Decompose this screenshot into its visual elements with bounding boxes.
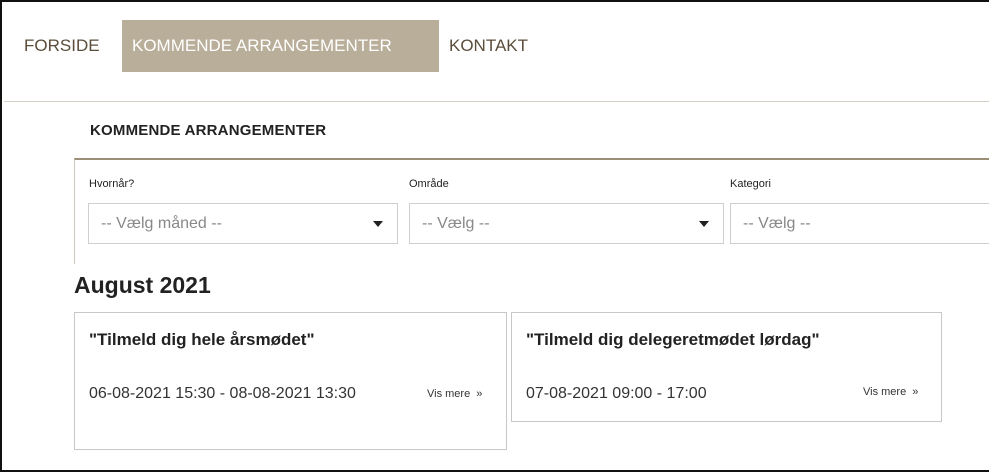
event-date: 06-08-2021 15:30 - 08-08-2021 13:30 [89,385,356,402]
filter-when: Hvornår? [75,178,134,194]
page-frame: FORSIDE KOMMENDE ARRANGEMENTER KONTAKT K… [0,0,989,472]
main-nav: FORSIDE KOMMENDE ARRANGEMENTER KONTAKT [4,2,989,102]
month-select-value: -- Vælg måned -- [101,215,222,232]
filter-category-label: Kategori [730,178,771,190]
month-title: August 2021 [74,272,211,298]
vis-mere-label: Vis mere [863,386,907,398]
filter-when-label: Hvornår? [89,178,135,190]
category-select[interactable]: -- Vælg -- [730,203,989,244]
event-title[interactable]: "Tilmeld dig hele årsmødet" [89,330,315,350]
filter-panel: Hvornår? Område Kategori -- Vælg måned -… [74,158,989,264]
filter-area: Område [406,178,449,194]
vis-mere-link[interactable]: Vis mere » [863,386,918,398]
month-select[interactable]: -- Vælg måned -- [88,203,398,244]
event-card[interactable]: "Tilmeld dig delegeretmødet lørdag" 07-0… [511,312,942,422]
filter-category: Kategori [727,178,771,194]
event-date: 07-08-2021 09:00 - 17:00 [526,385,707,402]
area-select-value: -- Vælg -- [422,215,490,232]
chevron-down-icon [373,221,383,227]
double-chevron-right-icon: » [912,386,919,398]
section-title: KOMMENDE ARRANGEMENTER [90,122,327,139]
vis-mere-link[interactable]: Vis mere » [427,388,482,400]
nav-item-kontakt[interactable]: KONTAKT [449,20,528,72]
nav-item-forside[interactable]: FORSIDE [24,20,100,72]
category-select-value: -- Vælg -- [743,215,811,232]
filter-area-label: Område [409,178,449,190]
area-select[interactable]: -- Vælg -- [409,203,724,244]
event-title[interactable]: "Tilmeld dig delegeretmødet lørdag" [526,330,820,350]
double-chevron-right-icon: » [476,388,483,400]
vis-mere-label: Vis mere [427,388,471,400]
chevron-down-icon [699,221,709,227]
nav-item-kommende-arrangementer[interactable]: KOMMENDE ARRANGEMENTER [122,20,439,72]
event-card[interactable]: "Tilmeld dig hele årsmødet" 06-08-2021 1… [74,312,507,450]
